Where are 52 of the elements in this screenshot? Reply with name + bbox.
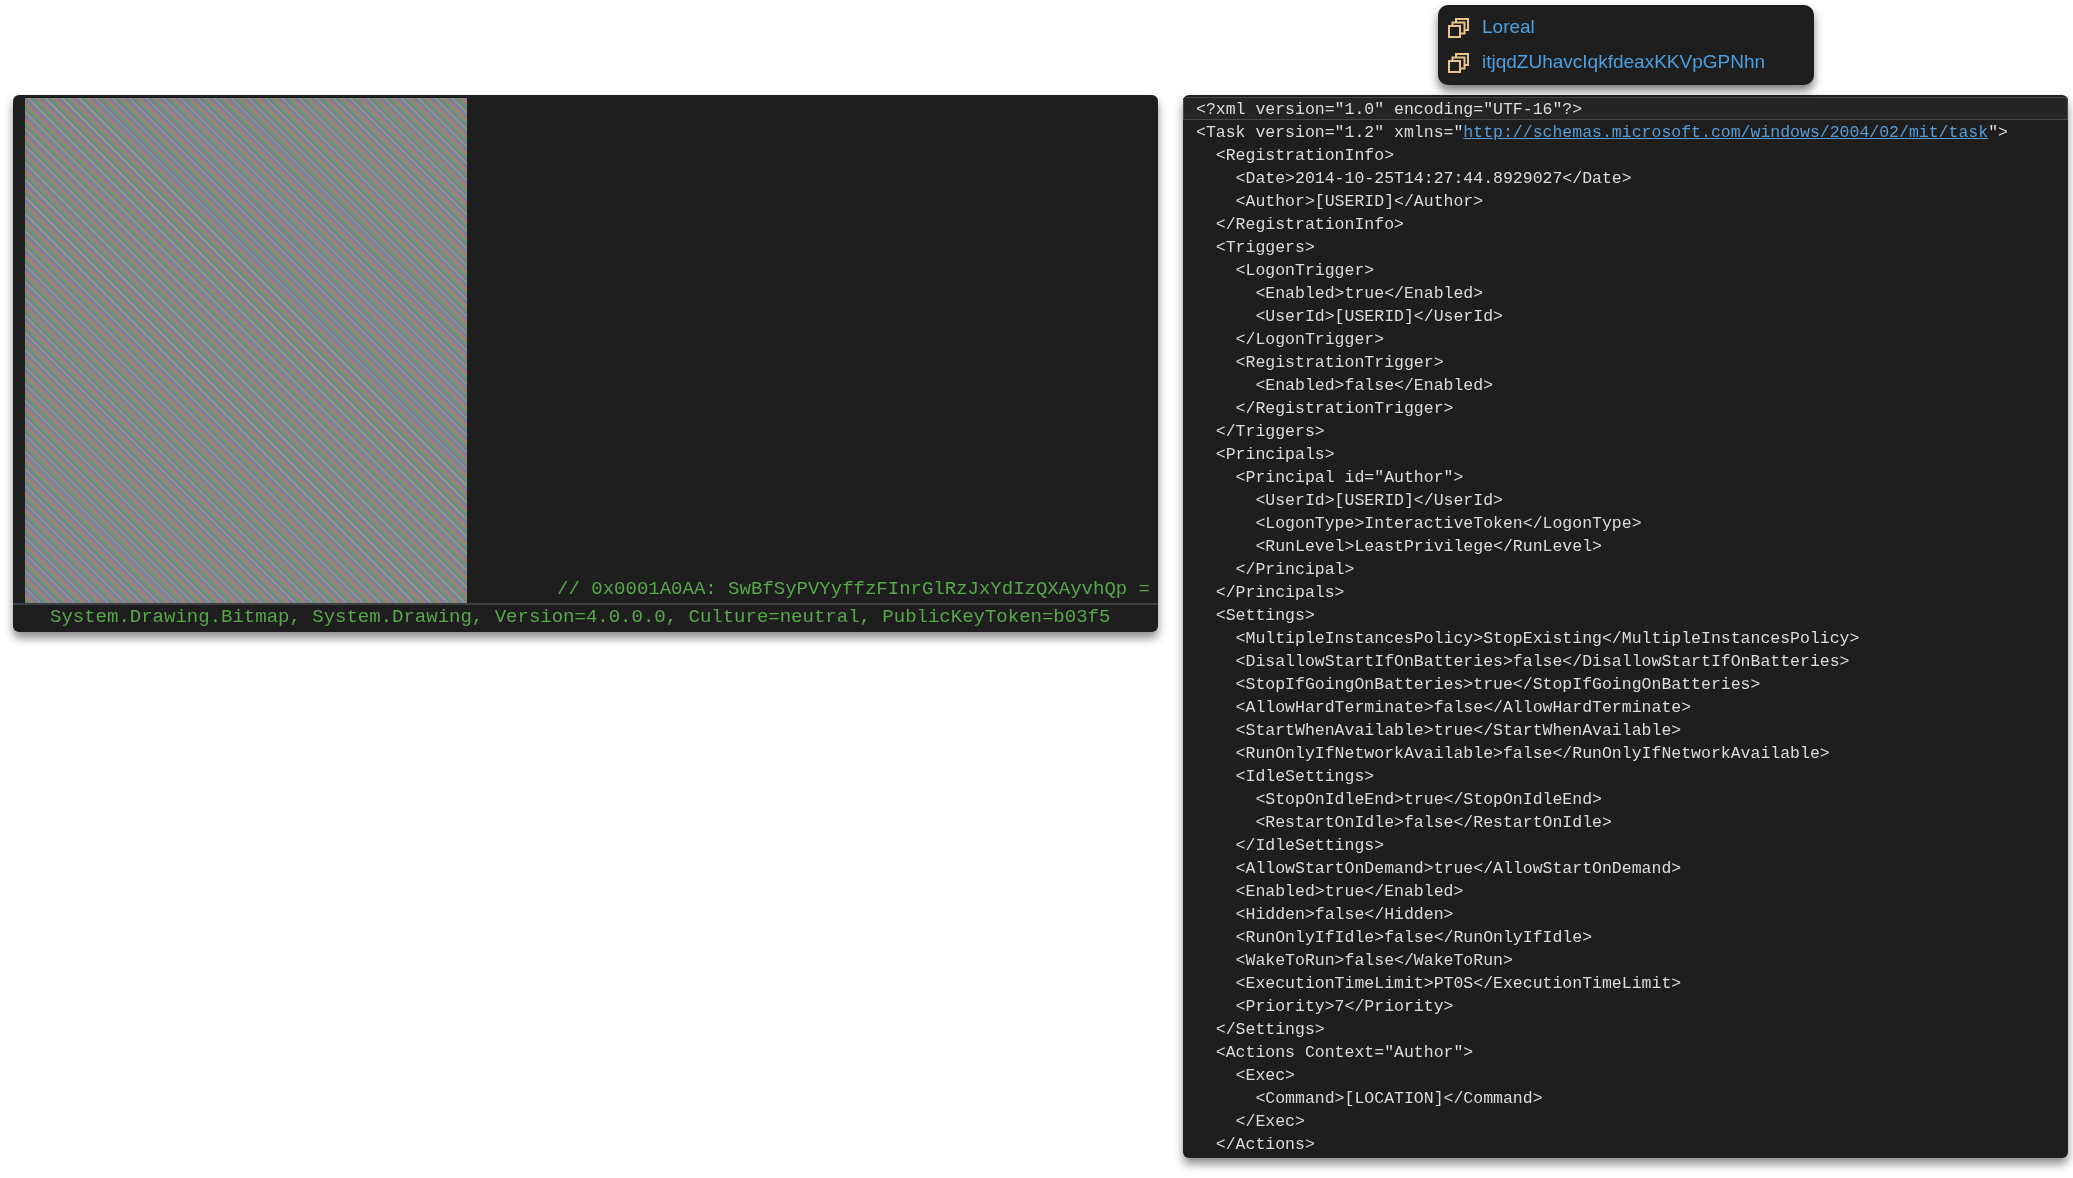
xml-code-line: <Date>2014-10-25T14:27:44.8929027</Date> [1234, 168, 1633, 189]
xml-code-line: <LogonTrigger> [1234, 260, 1376, 281]
xml-code-line: <Enabled>true</Enabled> [1234, 881, 1465, 902]
xml-code-line: <StartWhenAvailable>true</StartWhenAvailable> [1234, 720, 1683, 741]
xml-code-line: </Actions> [1214, 1134, 1316, 1155]
xml-code-line: <IdleSettings> [1234, 766, 1376, 787]
xml-code-line: <RegistrationInfo> [1214, 145, 1396, 166]
code-comment: // 0x0001A0AA: SwBfSyPVYyffzFInrGlRzJxYdIzQXAyvhQp = [557, 577, 1150, 601]
xml-code-line: <StopOnIdleEnd>true</StopOnIdleEnd> [1254, 789, 1603, 810]
xml-code-line: <Triggers> [1214, 237, 1316, 258]
xml-code-line: <Author>[USERID]</Author> [1234, 191, 1485, 212]
xml-code-line: <Enabled>false</Enabled> [1254, 375, 1495, 396]
xml-code-line: <StopIfGoingOnBatteries>true</StopIfGoingOnBatteries> [1234, 674, 1762, 695]
menu-item[interactable]: Loreal [1438, 10, 1814, 45]
xml-code-line: </Principal> [1234, 559, 1356, 580]
xml-code-line: <Settings> [1214, 605, 1316, 626]
xml-code-line: <Principals> [1214, 444, 1336, 465]
xml-code-line: <Principal id="Author"> [1234, 467, 1465, 488]
xml-code-line: </IdleSettings> [1234, 835, 1386, 856]
xml-code-line: <RunOnlyIfNetworkAvailable>false</RunOnlyIfNetworkAvailable> [1234, 743, 1831, 764]
type-name-line: System.Drawing.Bitmap, System.Drawing, Version=4.0.0.0, Culture=neutral, PublicKeyToken=b03f5 [49, 605, 1112, 629]
xml-code-line: <RestartOnIdle>false</RestartOnIdle> [1254, 812, 1613, 833]
xml-code-line: <WakeToRun>false</WakeToRun> [1234, 950, 1514, 971]
xml-code-line: <DisallowStartIfOnBatteries>false</DisallowStartIfOnBatteries> [1234, 651, 1851, 672]
xml-code-line: <Exec> [1234, 1065, 1297, 1086]
xml-code-line: <Task version="1.2" xmlns="http://schemas.microsoft.com/windows/2004/02/mit/task"> [1195, 122, 2009, 143]
xml-code-line: <LogonType>InteractiveToken</LogonType> [1254, 513, 1643, 534]
xml-code-line: </Exec> [1234, 1111, 1306, 1132]
xml-code-line: <Enabled>true</Enabled> [1254, 283, 1485, 304]
xml-code-line: <Hidden>false</Hidden> [1234, 904, 1455, 925]
xml-code-line: <RegistrationTrigger> [1234, 352, 1445, 373]
xml-code-line: <UserId>[USERID]</UserId> [1254, 490, 1504, 511]
xml-code-line: </RegistrationTrigger> [1234, 398, 1455, 419]
xml-code-line: <RunOnlyIfIdle>false</RunOnlyIfIdle> [1234, 927, 1594, 948]
xml-code-line: </RegistrationInfo> [1214, 214, 1405, 235]
xml-code-line: <MultipleInstancesPolicy>StopExisting</MultipleInstancesPolicy> [1234, 628, 1861, 649]
xml-code-line: </Settings> [1214, 1019, 1326, 1040]
xml-code-line: <ExecutionTimeLimit>PT0S</ExecutionTimeLimit> [1234, 973, 1683, 994]
stacked-windows-icon [1448, 52, 1470, 73]
xml-code-line: <AllowHardTerminate>false</AllowHardTerminate> [1234, 697, 1693, 718]
xml-code-line: <RunLevel>LeastPrivilege</RunLevel> [1254, 536, 1603, 557]
xml-code-line: </LogonTrigger> [1234, 329, 1386, 350]
xml-code-line: <AllowStartOnDemand>true</AllowStartOnDemand> [1234, 858, 1683, 879]
xml-code-line: <UserId>[USERID]</UserId> [1254, 306, 1504, 327]
stacked-windows-icon [1448, 17, 1470, 38]
xml-code-line: <Priority>7</Priority> [1234, 996, 1455, 1017]
namespace-link[interactable]: http://schemas.microsoft.com/windows/2004/02/mit/task [1463, 123, 1989, 142]
menu-item[interactable]: itjqdZUhavcIqkfdeaxKKVpGPNhn [1438, 45, 1814, 80]
xml-code-line: </Principals> [1214, 582, 1346, 603]
xml-code-line: <Actions Context="Author"> [1214, 1042, 1475, 1063]
xml-code-line: </Triggers> [1214, 421, 1326, 442]
xml-code-line: <Command>[LOCATION]</Command> [1254, 1088, 1544, 1109]
